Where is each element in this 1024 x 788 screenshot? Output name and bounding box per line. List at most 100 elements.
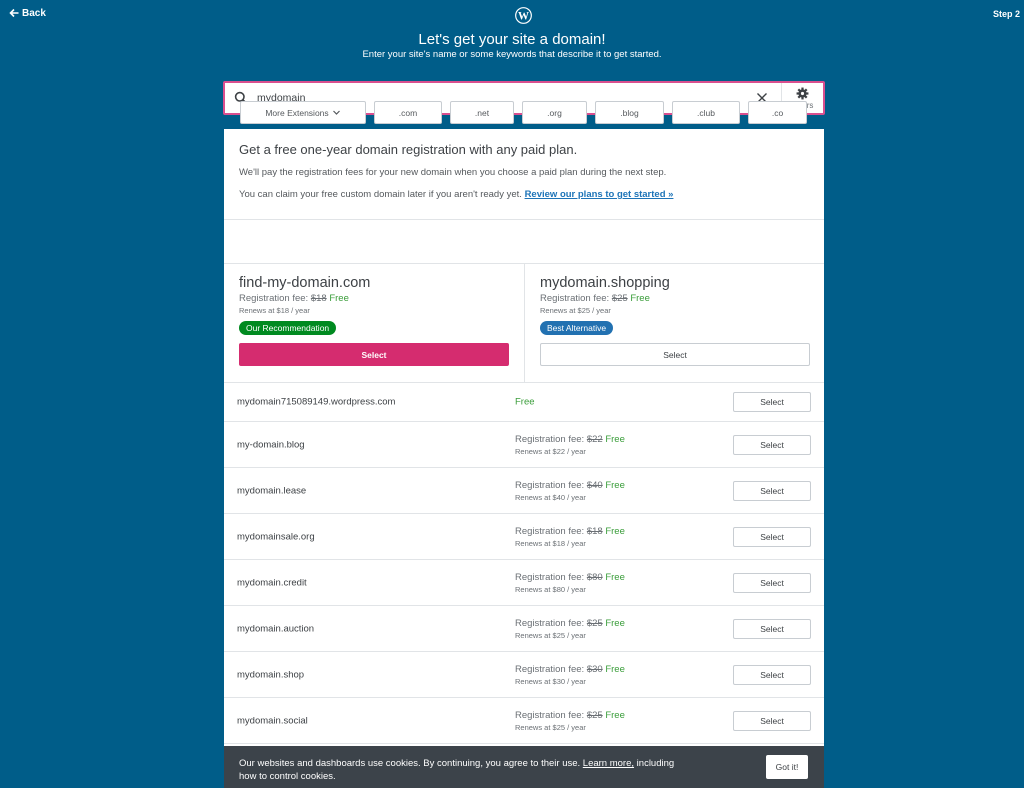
select-domain-button[interactable]: Select bbox=[733, 572, 811, 593]
promo-line-1: We'll pay the registration fees for your… bbox=[239, 167, 667, 178]
learn-more-link[interactable]: Learn more, bbox=[583, 758, 634, 769]
featured-suggestions: find-my-domain.com Registration fee: $18… bbox=[224, 264, 824, 383]
free-domain-promo: Get a free one-year domain registration … bbox=[224, 129, 824, 220]
cookie-text: Our websites and dashboards use cookies.… bbox=[239, 757, 679, 783]
domain-result-row: mydomainsale.org Registration fee: $18 F… bbox=[224, 514, 824, 560]
select-domain-button[interactable]: Select bbox=[733, 392, 811, 412]
free-label: Free bbox=[605, 525, 625, 537]
top-bar: Back W Step 2 bbox=[0, 0, 1024, 28]
select-domain-button[interactable]: Select bbox=[733, 526, 811, 547]
registration-fee: Registration fee: $18 Free bbox=[515, 526, 625, 537]
select-alternative-button[interactable]: Select bbox=[540, 343, 810, 366]
back-label: Back bbox=[22, 7, 46, 19]
result-price: Registration fee: $25 Free Renews at $25… bbox=[515, 618, 625, 640]
step-indicator: Step 2 bbox=[992, 9, 1020, 19]
chevron-down-icon bbox=[332, 110, 340, 115]
domain-result-row: mydomain.social Registration fee: $25 Fr… bbox=[224, 698, 824, 744]
registration-fee: Registration fee: $30 Free bbox=[515, 664, 625, 675]
renewal-price: Renews at $18 / year bbox=[239, 306, 310, 315]
more-extensions-label: More Extensions bbox=[265, 107, 329, 118]
registration-fee: Registration fee: $18 Free bbox=[239, 293, 509, 304]
result-price: Registration fee: $40 Free Renews at $40… bbox=[515, 480, 625, 502]
fee-label: Registration fee: bbox=[515, 479, 585, 491]
renewal-price: Renews at $80 / year bbox=[515, 584, 586, 594]
free-label: Free bbox=[605, 433, 625, 445]
result-domain-name: mydomain.shop bbox=[237, 669, 305, 680]
renewal-price: Renews at $18 / year bbox=[515, 538, 586, 548]
free-label: Free bbox=[605, 663, 625, 675]
renewal-price: Renews at $25 / year bbox=[515, 722, 586, 732]
fee-label: Registration fee: bbox=[515, 617, 585, 629]
page-subtitle: Enter your site's name or some keywords … bbox=[362, 49, 662, 60]
result-domain-name: mydomainsale.org bbox=[237, 531, 315, 542]
free-label: Free bbox=[630, 293, 650, 304]
domain-result-row: my-domain.blog Registration fee: $22 Fre… bbox=[224, 422, 824, 468]
fee-label: Registration fee: bbox=[515, 525, 585, 537]
svg-text:W: W bbox=[518, 10, 529, 22]
wordpress-logo-icon: W bbox=[515, 7, 532, 24]
select-recommended-button[interactable]: Select bbox=[239, 343, 509, 366]
old-price: $80 bbox=[586, 571, 603, 583]
select-domain-button[interactable]: Select bbox=[733, 434, 811, 455]
result-price: Registration fee: $80 Free Renews at $80… bbox=[515, 572, 625, 594]
result-price: Registration fee: $18 Free Renews at $18… bbox=[515, 526, 625, 548]
review-plans-link[interactable]: Review our plans to get started » bbox=[525, 189, 674, 200]
select-domain-button[interactable]: Select bbox=[733, 664, 811, 685]
gear-icon bbox=[796, 87, 809, 99]
tld-filter-bar bbox=[224, 220, 824, 264]
tld-filter-com[interactable]: .com bbox=[374, 101, 442, 124]
featured-domain-name: mydomain.shopping bbox=[540, 275, 670, 291]
fee-label: Registration fee: bbox=[515, 663, 585, 675]
select-domain-button[interactable]: Select bbox=[733, 710, 811, 731]
old-price: $22 bbox=[586, 433, 603, 445]
featured-card-recommendation: find-my-domain.com Registration fee: $18… bbox=[224, 264, 524, 382]
tld-filter-org[interactable]: .org bbox=[522, 101, 587, 124]
old-price: $30 bbox=[586, 663, 603, 675]
back-button[interactable]: Back bbox=[8, 7, 46, 19]
result-domain-name: mydomain.auction bbox=[237, 623, 315, 634]
registration-fee: Registration fee: $25 Free bbox=[515, 618, 625, 629]
free-label: Free bbox=[515, 396, 535, 408]
free-label: Free bbox=[329, 293, 349, 304]
registration-fee: Registration fee: $40 Free bbox=[515, 480, 625, 491]
featured-card-alternative: mydomain.shopping Registration fee: $25 … bbox=[524, 264, 824, 382]
promo-line-2: You can claim your free custom domain la… bbox=[239, 189, 809, 200]
registration-fee: Registration fee: $25 Free bbox=[515, 710, 625, 721]
renewal-price: Renews at $40 / year bbox=[515, 492, 586, 502]
domain-result-row: mydomain715089149.wordpress.com Free Sel… bbox=[224, 383, 824, 422]
registration-fee: Registration fee: $80 Free bbox=[515, 572, 625, 583]
cookie-accept-button[interactable]: Got it! bbox=[766, 755, 808, 779]
domain-result-row: mydomain.lease Registration fee: $40 Fre… bbox=[224, 468, 824, 514]
old-price: $18 bbox=[310, 293, 327, 304]
tld-filter-club[interactable]: .club bbox=[672, 101, 740, 124]
result-domain-name: mydomain.credit bbox=[237, 577, 307, 588]
select-domain-button[interactable]: Select bbox=[733, 480, 811, 501]
fee-label: Registration fee: bbox=[239, 293, 309, 304]
result-domain-name: mydomain715089149.wordpress.com bbox=[237, 396, 396, 408]
fee-label: Registration fee: bbox=[515, 571, 585, 583]
renewal-price: Renews at $22 / year bbox=[515, 446, 586, 456]
recommendation-badge: Our Recommendation bbox=[239, 321, 337, 335]
result-price: Registration fee: $30 Free Renews at $30… bbox=[515, 664, 625, 686]
result-price: Registration fee: $22 Free Renews at $22… bbox=[515, 434, 625, 456]
tld-filter-co[interactable]: .co bbox=[748, 101, 807, 124]
renewal-price: Renews at $25 / year bbox=[515, 630, 586, 640]
fee-label: Registration fee: bbox=[515, 709, 585, 721]
select-domain-button[interactable]: Select bbox=[733, 618, 811, 639]
domain-results-panel: Get a free one-year domain registration … bbox=[224, 129, 824, 788]
old-price: $25 bbox=[586, 617, 603, 629]
fee-label: Registration fee: bbox=[515, 433, 585, 445]
old-price: $40 bbox=[586, 479, 603, 491]
tld-filter-net[interactable]: .net bbox=[450, 101, 514, 124]
free-label: Free bbox=[605, 617, 625, 629]
domain-result-row: mydomain.credit Registration fee: $80 Fr… bbox=[224, 560, 824, 606]
promo-heading: Get a free one-year domain registration … bbox=[239, 142, 578, 157]
registration-fee: Registration fee: $22 Free bbox=[515, 434, 625, 445]
fee-label: Registration fee: bbox=[540, 293, 610, 304]
cookie-banner: Our websites and dashboards use cookies.… bbox=[224, 746, 824, 788]
more-extensions-dropdown[interactable]: More Extensions bbox=[240, 101, 366, 124]
domain-results-list: mydomain715089149.wordpress.com Free Sel… bbox=[224, 383, 824, 744]
free-label: Free bbox=[605, 571, 625, 583]
tld-filter-blog[interactable]: .blog bbox=[595, 101, 664, 124]
free-label: Free bbox=[605, 709, 625, 721]
